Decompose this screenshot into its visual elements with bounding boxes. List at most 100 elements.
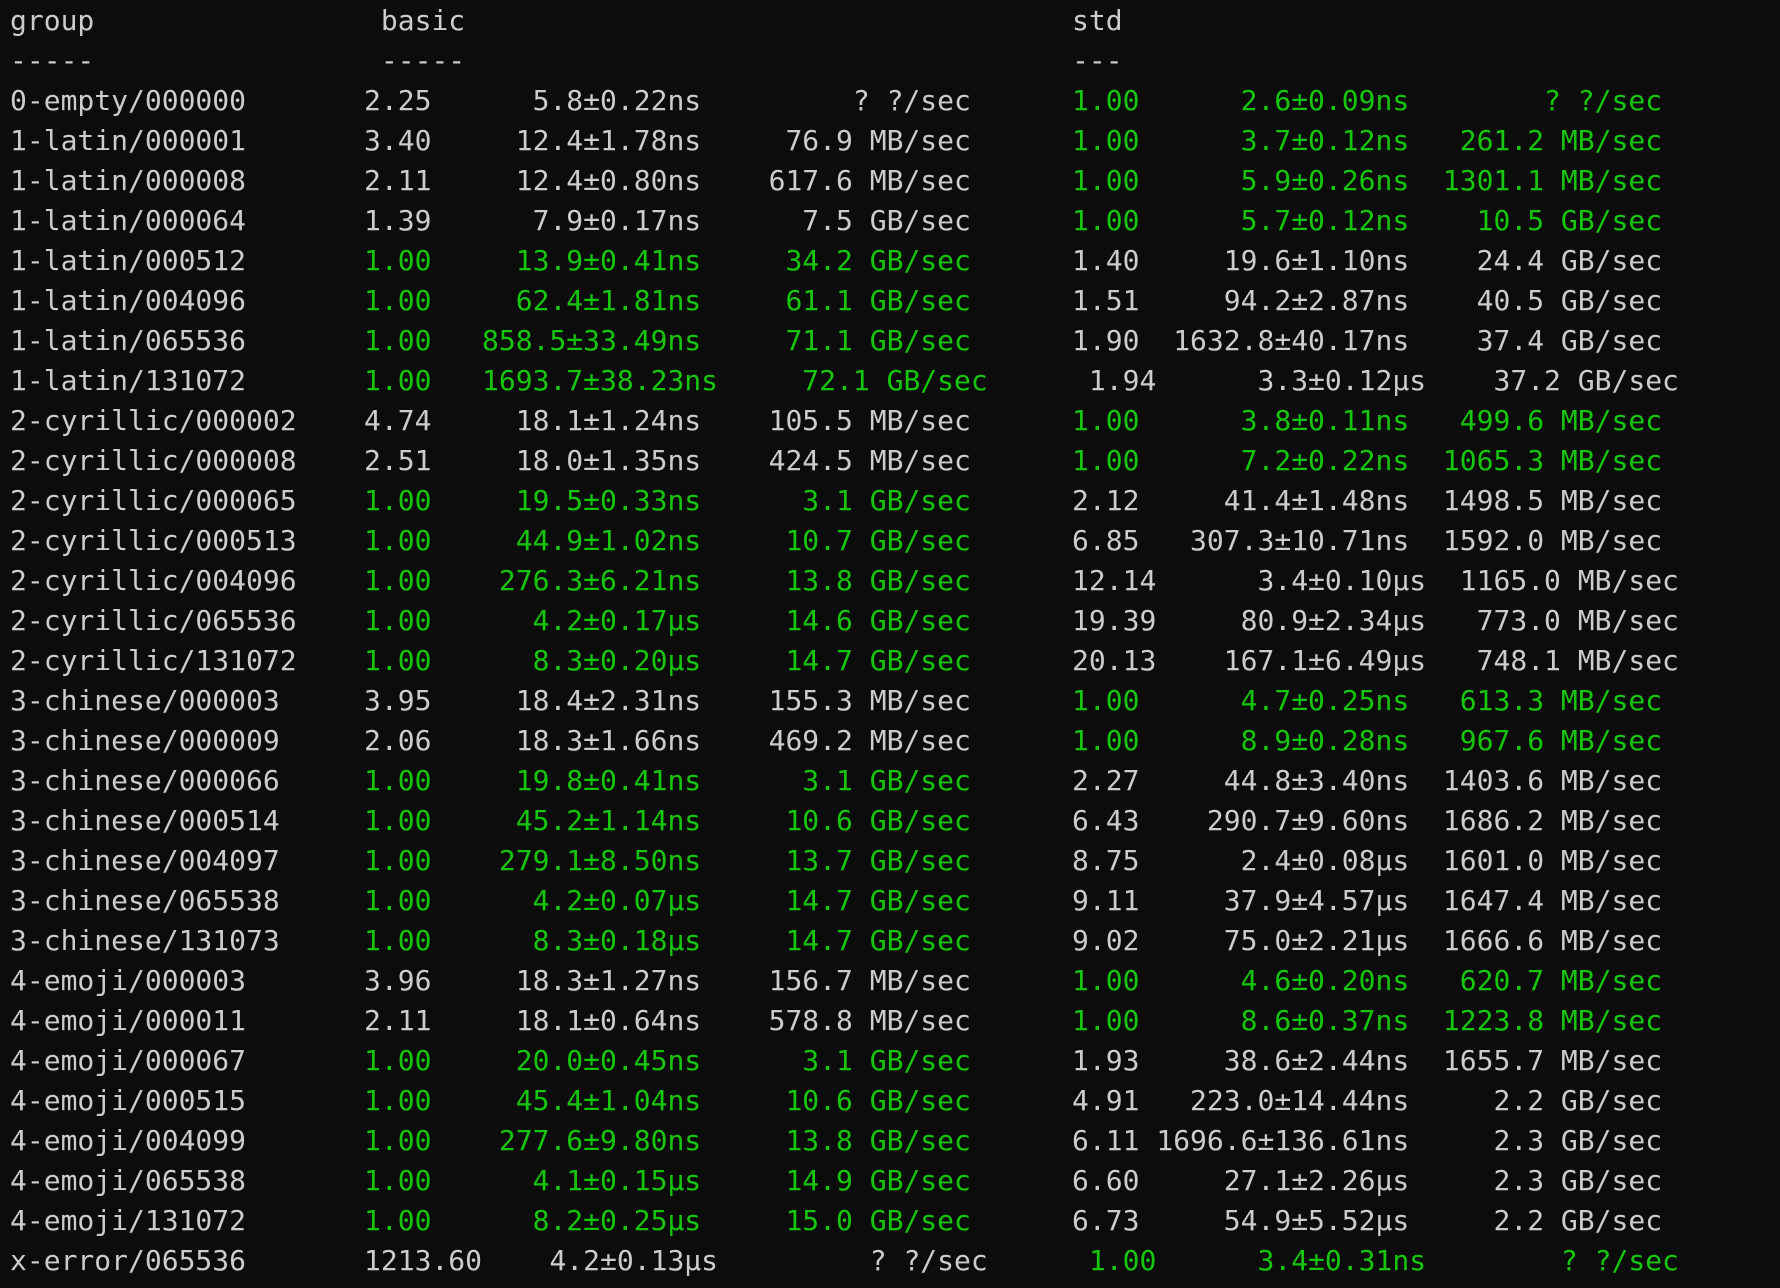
basic-cell: 2.51 18.0±1.35ns 424.5 MB/sec [364,444,971,477]
table-row: 4-emoji/000011 2.11 18.1±0.64ns 578.8 MB… [10,1000,1770,1040]
column-gap [971,644,1072,677]
basic-cell: 1.00 19.5±0.33ns 3.1 GB/sec [364,484,971,517]
column-gap [971,844,1072,877]
std-cell: 1.00 5.7±0.12ns 10.5 GB/sec [1072,204,1663,237]
table-row: 0-empty/000000 2.25 5.8±0.22ns ? ?/sec 1… [10,80,1770,120]
rule-std: --- [1072,44,1123,77]
std-cell: 4.91 223.0±14.44ns 2.2 GB/sec [1072,1084,1663,1117]
group-cell: 1-latin/000512 [10,244,365,277]
table-row: 3-chinese/131073 1.00 8.3±0.18µs 14.7 GB… [10,920,1770,960]
basic-cell: 4.74 18.1±1.24ns 105.5 MB/sec [364,404,971,437]
table-row: 4-emoji/004099 1.00 277.6±9.80ns 13.8 GB… [10,1120,1770,1160]
group-cell: 1-latin/004096 [10,284,365,317]
std-cell: 1.51 94.2±2.87ns 40.5 GB/sec [1072,284,1663,317]
std-cell: 9.02 75.0±2.21µs 1666.6 MB/sec [1072,924,1663,957]
std-cell: 2.27 44.8±3.40ns 1403.6 MB/sec [1072,764,1663,797]
basic-cell: 1.00 858.5±33.49ns 71.1 GB/sec [364,324,971,357]
column-gap [971,1084,1072,1117]
std-cell: 1.00 8.9±0.28ns 967.6 MB/sec [1072,724,1663,757]
std-cell: 6.11 1696.6±136.61ns 2.3 GB/sec [1072,1124,1663,1157]
column-gap [971,1044,1072,1077]
group-cell: 4-emoji/000003 [10,964,365,997]
basic-cell: 1.00 13.9±0.41ns 34.2 GB/sec [364,244,971,277]
column-gap [988,1244,1089,1277]
table-row: 2-cyrillic/000002 4.74 18.1±1.24ns 105.5… [10,400,1770,440]
header-group: group [10,4,95,37]
std-cell: 1.00 7.2±0.22ns 1065.3 MB/sec [1072,444,1663,477]
basic-cell: 1.00 20.0±0.45ns 3.1 GB/sec [364,1044,971,1077]
basic-cell: 1.00 4.1±0.15µs 14.9 GB/sec [364,1164,971,1197]
group-cell: 4-emoji/004099 [10,1124,365,1157]
group-cell: 2-cyrillic/131072 [10,644,365,677]
column-gap [971,1124,1072,1157]
basic-cell: 2.25 5.8±0.22ns ? ?/sec [364,84,971,117]
std-cell: 1.00 2.6±0.09ns ? ?/sec [1072,84,1663,117]
group-cell: 1-latin/000064 [10,204,365,237]
group-cell: 0-empty/000000 [10,84,365,117]
column-gap [971,284,1072,317]
basic-cell: 3.95 18.4±2.31ns 155.3 MB/sec [364,684,971,717]
std-cell: 6.73 54.9±5.52µs 2.2 GB/sec [1072,1204,1663,1237]
column-gap [971,684,1072,717]
header-rule-row: ----- ----- --- [10,40,1770,80]
column-gap [971,1204,1072,1237]
column-gap [971,604,1072,637]
group-cell: 2-cyrillic/004096 [10,564,365,597]
column-gap [971,1164,1072,1197]
group-cell: 3-chinese/004097 [10,844,365,877]
table-row: 3-chinese/004097 1.00 279.1±8.50ns 13.7 … [10,840,1770,880]
table-row: 4-emoji/131072 1.00 8.2±0.25µs 15.0 GB/s… [10,1200,1770,1240]
rule-pad-1 [94,44,381,77]
table-row: 1-latin/065536 1.00 858.5±33.49ns 71.1 G… [10,320,1770,360]
group-cell: 2-cyrillic/000008 [10,444,365,477]
basic-cell: 1.00 62.4±1.81ns 61.1 GB/sec [364,284,971,317]
table-row: x-error/065536 1213.60 4.2±0.13µs ? ?/se… [10,1240,1770,1280]
group-cell: 2-cyrillic/000002 [10,404,365,437]
table-row: 3-chinese/065538 1.00 4.2±0.07µs 14.7 GB… [10,880,1770,920]
basic-cell: 2.11 12.4±0.80ns 617.6 MB/sec [364,164,971,197]
basic-cell: 1.00 4.2±0.07µs 14.7 GB/sec [364,884,971,917]
table-row: 1-latin/004096 1.00 62.4±1.81ns 61.1 GB/… [10,280,1770,320]
group-cell: 1-latin/000001 [10,124,365,157]
terminal-output: group basic std ----- ----- --- 0-empty/… [10,0,1770,1280]
basic-cell: 2.11 18.1±0.64ns 578.8 MB/sec [364,1004,971,1037]
basic-cell: 1.00 8.2±0.25µs 15.0 GB/sec [364,1204,971,1237]
column-gap [971,484,1072,517]
column-gap [988,364,1089,397]
group-cell: 4-emoji/065538 [10,1164,365,1197]
basic-cell: 1.00 19.8±0.41ns 3.1 GB/sec [364,764,971,797]
group-cell: 1-latin/065536 [10,324,365,357]
group-cell: 1-latin/000008 [10,164,365,197]
group-cell: 3-chinese/000514 [10,804,365,837]
std-cell: 1.00 3.8±0.11ns 499.6 MB/sec [1072,404,1663,437]
std-cell: 9.11 37.9±4.57µs 1647.4 MB/sec [1072,884,1663,917]
rule-pad-2 [465,44,1072,77]
std-cell: 8.75 2.4±0.08µs 1601.0 MB/sec [1072,844,1663,877]
basic-cell: 1.00 8.3±0.20µs 14.7 GB/sec [364,644,971,677]
table-row: 2-cyrillic/000513 1.00 44.9±1.02ns 10.7 … [10,520,1770,560]
table-row: 1-latin/000064 1.39 7.9±0.17ns 7.5 GB/se… [10,200,1770,240]
group-cell: 2-cyrillic/000513 [10,524,365,557]
basic-cell: 1213.60 4.2±0.13µs ? ?/sec [364,1244,988,1277]
rule-basic: ----- [380,44,466,77]
std-cell: 6.60 27.1±2.26µs 2.3 GB/sec [1072,1164,1663,1197]
header-std: std [1072,4,1123,37]
table-row: 4-emoji/065538 1.00 4.1±0.15µs 14.9 GB/s… [10,1160,1770,1200]
table-row: 2-cyrillic/000008 2.51 18.0±1.35ns 424.5… [10,440,1770,480]
group-cell: 3-chinese/131073 [10,924,365,957]
group-cell: 3-chinese/000009 [10,724,365,757]
column-gap [971,84,1072,117]
column-gap [971,884,1072,917]
std-cell: 2.12 41.4±1.48ns 1498.5 MB/sec [1072,484,1663,517]
basic-cell: 1.00 277.6±9.80ns 13.8 GB/sec [364,1124,971,1157]
group-cell: 4-emoji/000011 [10,1004,365,1037]
column-gap [971,964,1072,997]
column-gap [971,324,1072,357]
group-cell: 3-chinese/000003 [10,684,365,717]
table-row: 3-chinese/000514 1.00 45.2±1.14ns 10.6 G… [10,800,1770,840]
std-cell: 6.85 307.3±10.71ns 1592.0 MB/sec [1072,524,1663,557]
group-cell: 4-emoji/131072 [10,1204,365,1237]
column-gap [971,124,1072,157]
group-cell: 3-chinese/000066 [10,764,365,797]
table-row: 2-cyrillic/000065 1.00 19.5±0.33ns 3.1 G… [10,480,1770,520]
